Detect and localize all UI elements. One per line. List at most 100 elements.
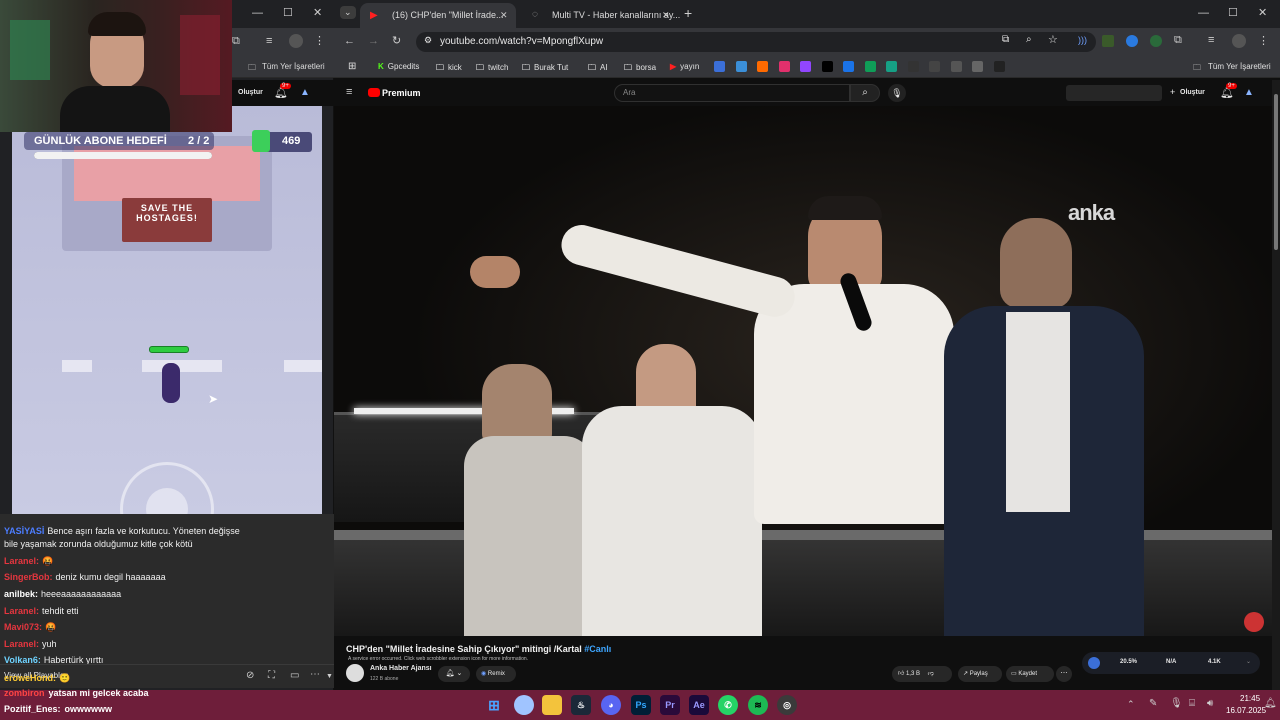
youtube-search-input[interactable]: Ara	[614, 84, 850, 102]
more-actions-icon[interactable]: ⋯	[1056, 666, 1072, 682]
all-bookmarks-link[interactable]: Tüm Yer İşaretleri	[1208, 62, 1271, 71]
dislike-icon[interactable]: 👎︎	[928, 671, 934, 677]
chrome-icon[interactable]	[514, 695, 534, 715]
bookmark-extension-icon[interactable]	[907, 61, 919, 72]
maximize-icon[interactable]: ☐	[1228, 6, 1238, 19]
bookmark-extension-icon[interactable]	[821, 61, 833, 72]
scroll-down-icon[interactable]: ▼	[326, 673, 333, 680]
chat-username[interactable]: YASİYASİ	[4, 526, 44, 536]
after-effects-icon[interactable]: Ae	[689, 695, 709, 715]
zoom-icon[interactable]: ⌕	[1026, 34, 1032, 45]
reload-icon[interactable]: ↻	[392, 34, 401, 47]
like-icon[interactable]: 👍︎	[898, 671, 904, 677]
spotify-icon[interactable]: ≋	[748, 695, 768, 715]
mic-icon[interactable]: 🎙︎	[1170, 698, 1183, 709]
account-icon[interactable]: ▲	[1244, 87, 1254, 98]
chat-username[interactable]: anilbek:	[4, 589, 38, 599]
bookmark-extension-icon[interactable]	[843, 61, 854, 72]
bookmark-kick[interactable]: 🗀 kick	[436, 62, 462, 76]
bookmark-extension-icon[interactable]	[864, 61, 876, 72]
chat-username[interactable]: Laranel:	[4, 556, 39, 566]
create-button[interactable]: Oluştur	[1180, 89, 1205, 96]
pen-icon[interactable]: ✎	[1149, 698, 1157, 709]
bookmark-extension-icon[interactable]	[972, 61, 983, 72]
tray-overflow-icon[interactable]: ⌃	[1127, 699, 1135, 710]
tab-search-icon[interactable]: ⌄	[340, 6, 356, 19]
bookmark-extension-icon[interactable]	[757, 61, 768, 72]
clock-date[interactable]: 16.07.2025	[1226, 706, 1266, 715]
menu-icon[interactable]: ⋮	[1258, 34, 1269, 47]
bookmark-burak-tut[interactable]: 🗀 Burak Tut	[522, 62, 568, 76]
new-tab-icon[interactable]: +	[684, 5, 692, 21]
profile-icon[interactable]	[1232, 34, 1246, 48]
url-bar[interactable]: ⚙ youtube.com/watch?v=MpongflXupw ⧉ ⌕ ☆	[416, 32, 1096, 52]
create-button[interactable]: Oluştur	[238, 89, 263, 96]
scrollbar-thumb[interactable]	[1274, 94, 1278, 250]
menu-icon[interactable]: ⋮	[314, 34, 325, 47]
chat-username[interactable]: Mavi073:	[4, 622, 42, 632]
apps-grid-icon[interactable]: ⊞	[348, 61, 356, 72]
reading-list-icon[interactable]: ≡	[1208, 34, 1214, 46]
back-icon[interactable]: ←	[344, 35, 355, 47]
extension-wave-icon[interactable]: )))	[1078, 35, 1087, 45]
youtube-premium-logo[interactable]: Premium	[382, 88, 421, 98]
more-icon[interactable]: ⋯	[310, 669, 320, 680]
chat-username[interactable]: Laranel:	[4, 639, 39, 649]
file-explorer-icon[interactable]	[542, 695, 562, 715]
playable-game-area[interactable]: SAVE THE HOSTAGES! ➤ 469	[12, 106, 322, 514]
extension-green-icon[interactable]	[1102, 35, 1114, 47]
live-hashtag[interactable]: #Canlı	[584, 644, 611, 654]
remix-button[interactable]: ◉ Remix	[476, 666, 516, 682]
tab-close-icon[interactable]: ✕	[500, 10, 508, 21]
photoshop-icon[interactable]: Ps	[631, 695, 651, 715]
account-icon[interactable]: ▲	[300, 87, 310, 98]
clock-time[interactable]: 21:45	[1240, 694, 1260, 703]
forward-icon[interactable]: →	[368, 35, 379, 47]
extensions-icon[interactable]: ⧉	[232, 35, 240, 48]
install-app-icon[interactable]: ⧉	[1002, 34, 1009, 45]
bookmark-extension-icon[interactable]	[735, 61, 747, 72]
extension-blue-icon[interactable]	[1126, 35, 1138, 47]
minimize-icon[interactable]: —	[252, 7, 263, 19]
bookmark-borsa[interactable]: 🗀 borsa	[624, 62, 656, 76]
profile-icon[interactable]	[289, 34, 303, 48]
close-icon[interactable]: ✕	[1258, 6, 1267, 19]
chat-username[interactable]: eroweHond:	[4, 673, 56, 683]
subscribe-bell-button[interactable]: 🔔︎ ⌄	[438, 666, 470, 682]
all-bookmarks-link[interactable]: Tüm Yer İşaretleri	[262, 62, 325, 71]
mic-icon[interactable]: 🎙︎	[888, 84, 906, 102]
channel-name[interactable]: Anka Haber Ajansı	[370, 665, 432, 672]
tab-youtube[interactable]: ▶ (16) CHP'den "Millet İrade... ✕	[360, 3, 516, 28]
chat-username[interactable]: Laranel:	[4, 606, 39, 616]
bookmark-yayın[interactable]: ▶ yayın	[670, 62, 699, 71]
windows-start-icon[interactable]: ⊞	[484, 695, 504, 715]
fullscreen-icon[interactable]: ⛶	[268, 670, 275, 681]
maximize-icon[interactable]: ☐	[283, 6, 293, 19]
save-button[interactable]: ▭ Kaydet	[1006, 666, 1054, 682]
notification-center-icon[interactable]: 🔔︎	[1264, 698, 1277, 709]
chat-username[interactable]: SingerBob:	[4, 572, 53, 582]
discord-icon[interactable]: ◕	[601, 695, 621, 715]
bookmark-gpcedits[interactable]: K Gpcedits	[378, 62, 419, 71]
minimize-icon[interactable]: —	[1198, 7, 1209, 19]
bookmark-extension-icon[interactable]	[993, 61, 1005, 72]
tab-multitv[interactable]: ◌ Multi TV - Haber kanallarını ay... ✕	[520, 3, 680, 28]
create-plus-icon[interactable]: +	[1170, 87, 1175, 97]
bookmark-extension-icon[interactable]	[714, 61, 725, 72]
extension-circle-icon[interactable]	[1150, 35, 1162, 47]
bookmark-icon[interactable]: ▭	[290, 670, 299, 681]
mute-icon[interactable]: ⊘	[246, 670, 254, 681]
bookmark-extension-icon[interactable]	[950, 61, 962, 72]
bookmark-ai[interactable]: 🗀 AI	[588, 62, 608, 76]
share-button[interactable]: ↗ Paylaş	[958, 666, 1002, 682]
youtube-logo-icon[interactable]	[368, 88, 380, 97]
hamburger-menu-icon[interactable]: ≡	[346, 86, 352, 98]
star-icon[interactable]: ☆	[1048, 33, 1058, 46]
bookmark-extension-icon[interactable]	[778, 61, 790, 72]
page-scrollbar[interactable]	[1272, 80, 1280, 690]
bookmark-extension-icon[interactable]	[929, 61, 940, 72]
steam-icon[interactable]: ♨	[571, 695, 591, 715]
whatsapp-icon[interactable]: ✆	[718, 695, 738, 715]
site-info-icon[interactable]: ⚙	[424, 35, 432, 46]
volume-icon[interactable]: 🔊︎	[1207, 698, 1213, 709]
